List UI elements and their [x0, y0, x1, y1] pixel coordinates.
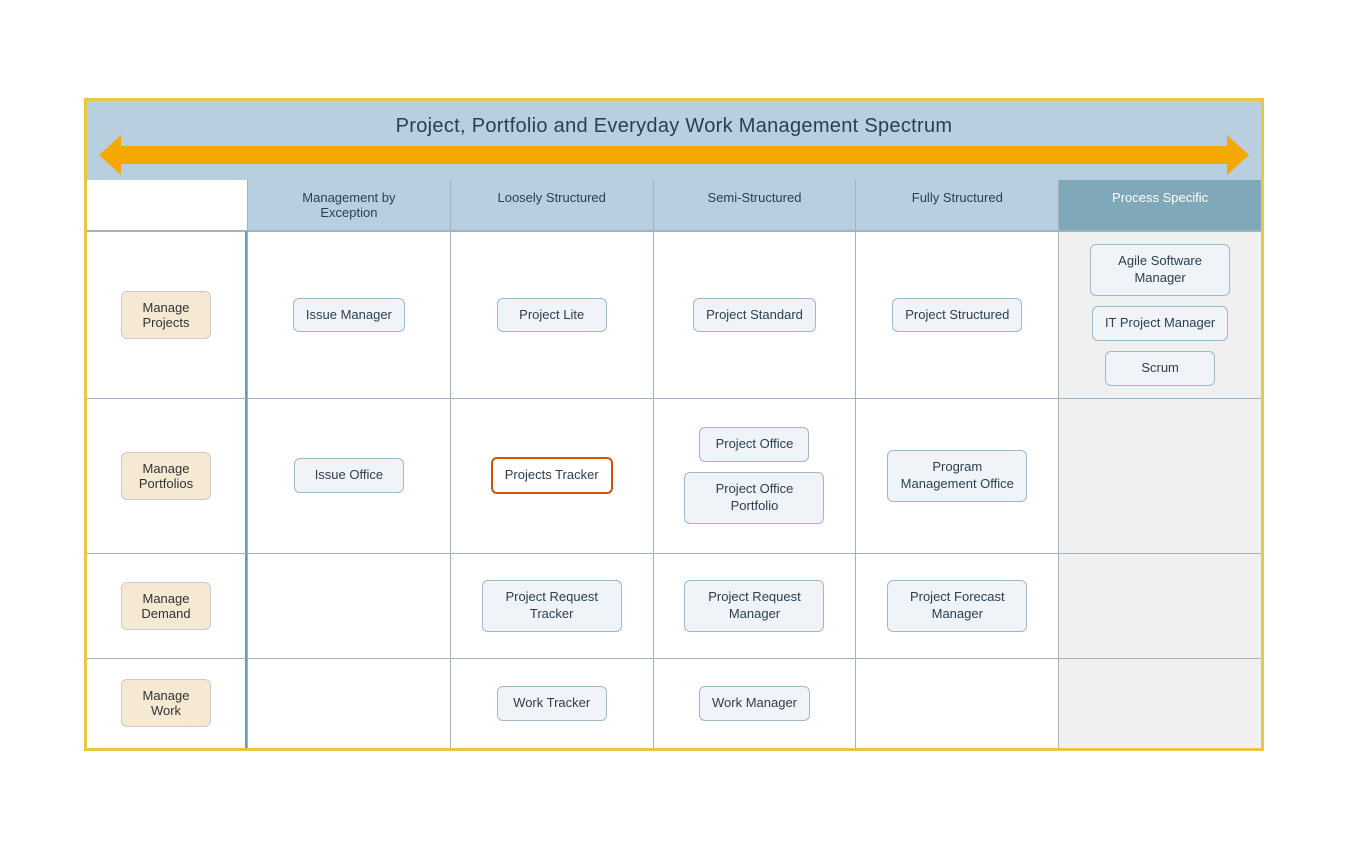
item-projects-tracker[interactable]: Projects Tracker	[491, 457, 613, 494]
item-project-request-manager[interactable]: Project Request Manager	[684, 580, 824, 632]
cell-projects-semi: Project Standard	[653, 231, 856, 398]
cell-demand-loosely: Project Request Tracker	[450, 553, 653, 658]
item-project-standard[interactable]: Project Standard	[693, 298, 816, 333]
row-manage-work: ManageWork Work Tracker Work Manager	[87, 658, 1261, 748]
col-header-loosely-structured: Loosely Structured	[450, 180, 653, 230]
cell-portfolios-mgmt-exception: Issue Office	[247, 398, 450, 553]
item-issue-office[interactable]: Issue Office	[294, 458, 404, 493]
item-agile-software-manager[interactable]: Agile Software Manager	[1090, 244, 1230, 296]
cell-demand-fully: Project Forecast Manager	[855, 553, 1058, 658]
header-section: Project, Portfolio and Everyday Work Man…	[87, 101, 1261, 180]
cell-work-loosely: Work Tracker	[450, 658, 653, 748]
item-project-structured[interactable]: Project Structured	[892, 298, 1022, 333]
col-header-fully-structured: Fully Structured	[855, 180, 1058, 230]
row-manage-projects: ManageProjects Issue Manager Project Lit…	[87, 231, 1261, 398]
row-label-manage-projects: ManageProjects	[87, 231, 247, 398]
cell-portfolios-process	[1058, 398, 1261, 553]
col-header-mgmt-exception: Management byException	[247, 180, 450, 230]
spectrum-arrow	[117, 146, 1231, 164]
cell-projects-fully: Project Structured	[855, 231, 1058, 398]
cell-work-mgmt-exception	[247, 658, 450, 748]
cell-work-fully	[855, 658, 1058, 748]
arrow-row	[87, 138, 1261, 174]
cell-portfolios-semi: Project Office Project Office Portfolio	[653, 398, 856, 553]
cell-projects-process: Agile Software Manager IT Project Manage…	[1058, 231, 1261, 398]
cell-demand-mgmt-exception	[247, 553, 450, 658]
item-program-management-office[interactable]: Program Management Office	[887, 450, 1027, 502]
item-project-office-portfolio[interactable]: Project Office Portfolio	[684, 472, 824, 524]
cell-portfolios-loosely: Projects Tracker	[450, 398, 653, 553]
item-project-office[interactable]: Project Office	[699, 427, 809, 462]
cell-demand-semi: Project Request Manager	[653, 553, 856, 658]
diagram-container: Project, Portfolio and Everyday Work Man…	[84, 98, 1264, 751]
row-label-manage-portfolios: ManagePortfolios	[87, 398, 247, 553]
item-work-manager[interactable]: Work Manager	[699, 686, 810, 721]
row-label-manage-work: ManageWork	[87, 658, 247, 748]
cell-portfolios-fully: Program Management Office	[855, 398, 1058, 553]
column-headers: Management byException Loosely Structure…	[87, 180, 1261, 231]
row-label-manage-demand: ManageDemand	[87, 553, 247, 658]
cell-projects-mgmt-exception: Issue Manager	[247, 231, 450, 398]
diagram-title: Project, Portfolio and Everyday Work Man…	[87, 115, 1261, 138]
cell-work-semi: Work Manager	[653, 658, 856, 748]
item-project-lite[interactable]: Project Lite	[497, 298, 607, 333]
col-header-process-specific: Process Specific	[1058, 180, 1261, 230]
item-project-forecast-manager[interactable]: Project Forecast Manager	[887, 580, 1027, 632]
cell-demand-process	[1058, 553, 1261, 658]
item-work-tracker[interactable]: Work Tracker	[497, 686, 607, 721]
item-scrum[interactable]: Scrum	[1105, 351, 1215, 386]
item-it-project-manager[interactable]: IT Project Manager	[1092, 306, 1228, 341]
cell-work-process	[1058, 658, 1261, 748]
item-issue-manager[interactable]: Issue Manager	[293, 298, 405, 333]
row-manage-demand: ManageDemand Project Request Tracker Pro…	[87, 553, 1261, 658]
col-header-empty	[87, 180, 247, 230]
col-header-semi-structured: Semi-Structured	[653, 180, 856, 230]
cell-projects-loosely: Project Lite	[450, 231, 653, 398]
row-manage-portfolios: ManagePortfolios Issue Office Projects T…	[87, 398, 1261, 553]
item-project-request-tracker[interactable]: Project Request Tracker	[482, 580, 622, 632]
